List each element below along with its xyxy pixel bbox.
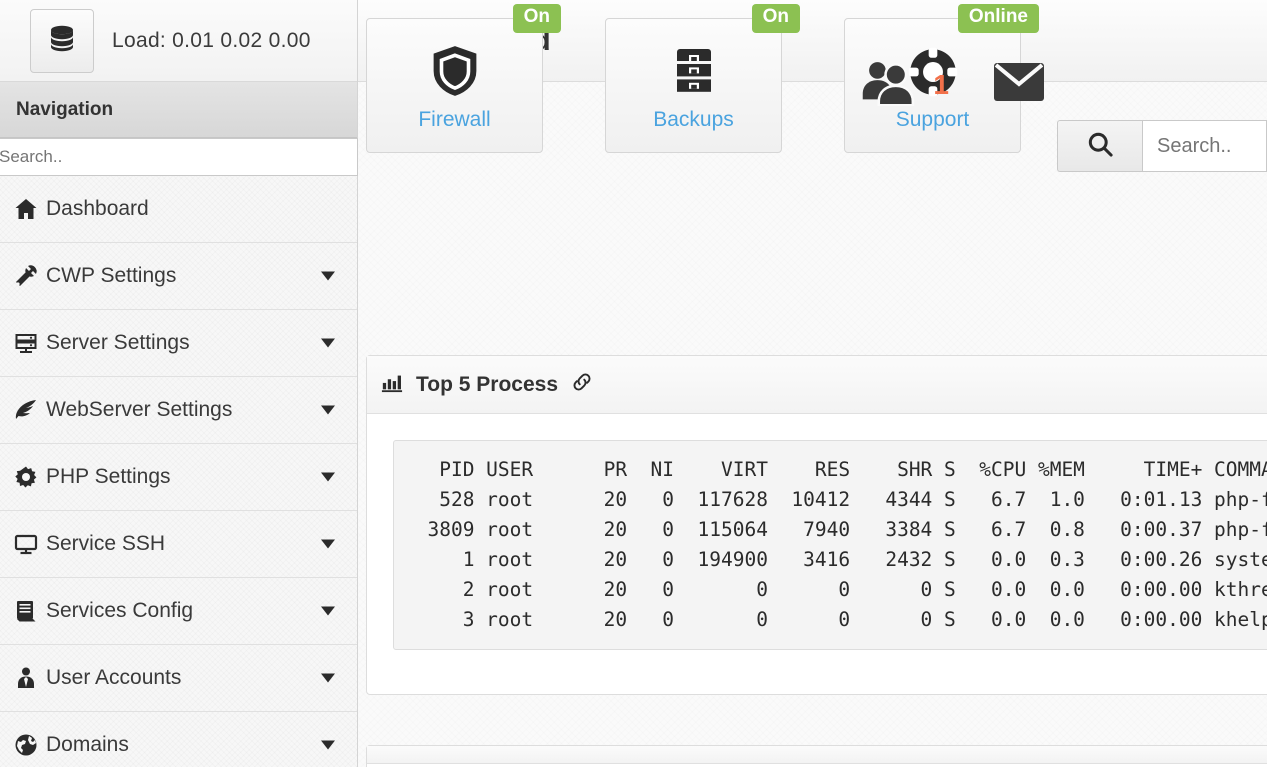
users-icon <box>861 58 919 111</box>
status-card-label: Backups <box>653 107 734 131</box>
sidebar-item-label: Server Settings <box>46 331 190 354</box>
sidebar-top-bar: Load: 0.01 0.02 0.00 <box>0 0 357 82</box>
status-cards: On Firewall On Backups Online Support 1 <box>366 4 1083 153</box>
panel-body: PID USER PR NI VIRT RES SHR S %CPU %MEM … <box>367 414 1267 694</box>
panel-title: Top 5 Process <box>416 372 558 396</box>
navigation-header: Navigation <box>0 82 357 138</box>
sidebar-item-service-ssh[interactable]: Service SSH <box>0 511 357 578</box>
chevron-down-icon <box>321 405 335 415</box>
chevron-down-icon <box>321 740 335 750</box>
sidebar-item-label: WebServer Settings <box>46 398 233 421</box>
status-badge: On <box>512 4 561 33</box>
sidebar-item-services-config[interactable]: Services Config <box>0 578 357 645</box>
search-input[interactable] <box>1142 120 1267 172</box>
chevron-down-icon <box>321 271 335 281</box>
global-search <box>1057 120 1267 172</box>
archive-icon <box>670 40 718 98</box>
cwp-dashboard: Load: 0.01 0.02 0.00 Navigation Dashboar… <box>0 0 1267 767</box>
server-load-text: Load: 0.01 0.02 0.00 <box>112 28 311 52</box>
sidebar: Load: 0.01 0.02 0.00 Navigation Dashboar… <box>0 0 358 767</box>
sidebar-item-dashboard[interactable]: Dashboard <box>0 176 357 243</box>
envelope-icon <box>993 60 1045 109</box>
status-card-firewall-wrapper: On Firewall <box>366 4 561 153</box>
sidebar-item-server-settings[interactable]: Server Settings <box>0 310 357 377</box>
sidebar-search-input[interactable] <box>0 138 358 176</box>
chevron-down-icon <box>321 606 335 616</box>
status-card-backups[interactable]: Backups <box>605 18 782 153</box>
chevron-down-icon <box>321 673 335 683</box>
sidebar-item-label: Dashboard <box>46 197 149 220</box>
secondary-panel-header <box>367 746 1267 764</box>
feather-icon <box>6 398 46 422</box>
gear-icon <box>6 465 46 489</box>
panel-header: Top 5 Process <box>367 356 1267 414</box>
process-table-box: PID USER PR NI VIRT RES SHR S %CPU %MEM … <box>393 440 1267 650</box>
sidebar-item-label: Service SSH <box>46 532 166 555</box>
sidebar-nav-list: Dashboard CWP Settings Server Settings W… <box>0 176 357 767</box>
counter-messages[interactable] <box>993 60 1059 109</box>
status-card-firewall[interactable]: Firewall <box>366 18 543 153</box>
sidebar-item-label: PHP Settings <box>46 465 171 488</box>
shield-icon <box>428 40 482 98</box>
status-card-label: Support <box>895 107 970 131</box>
sidebar-item-domains[interactable]: Domains <box>0 712 357 767</box>
sidebar-item-label: Domains <box>46 733 129 756</box>
sidebar-item-user-accounts[interactable]: User Accounts <box>0 645 357 712</box>
status-card-label: Firewall <box>418 107 491 131</box>
sidebar-item-label: Services Config <box>46 599 194 622</box>
sidebar-item-label: User Accounts <box>46 666 182 689</box>
sidebar-item-webserver-settings[interactable]: WebServer Settings <box>0 377 357 444</box>
sidebar-search-wrapper <box>0 138 358 176</box>
counter-value: 1 <box>933 68 949 100</box>
user-tie-icon <box>6 666 46 690</box>
server-icon <box>6 331 46 355</box>
process-table: PID USER PR NI VIRT RES SHR S %CPU %MEM … <box>427 458 1267 631</box>
sidebar-item-php-settings[interactable]: PHP Settings <box>0 444 357 511</box>
home-icon <box>6 197 46 221</box>
tools-icon <box>6 264 46 288</box>
status-badge: Online <box>957 4 1039 33</box>
main-content: Dashboard On <box>358 0 1267 767</box>
chain-link-icon[interactable] <box>571 371 593 398</box>
sidebar-item-label: CWP Settings <box>46 264 177 287</box>
globe-icon <box>6 733 46 757</box>
sidebar-item-cwp-settings[interactable]: CWP Settings <box>0 243 357 310</box>
counter-group: 1 <box>861 58 1103 111</box>
search-icon <box>1086 130 1114 163</box>
chevron-down-icon <box>321 539 335 549</box>
desktop-icon <box>6 532 46 556</box>
chevron-down-icon <box>321 472 335 482</box>
list-alt-icon <box>6 599 46 623</box>
chevron-down-icon <box>321 338 335 348</box>
bar-chart-icon <box>381 371 403 398</box>
database-icon <box>46 22 78 59</box>
top-process-panel: Top 5 Process PID USER PR NI VIRT RES SH… <box>366 355 1267 695</box>
status-badge: On <box>751 4 800 33</box>
secondary-panel <box>366 745 1267 767</box>
counter-users[interactable]: 1 <box>861 58 949 111</box>
status-card-backups-wrapper: On Backups <box>605 4 800 153</box>
database-button[interactable] <box>30 8 94 73</box>
